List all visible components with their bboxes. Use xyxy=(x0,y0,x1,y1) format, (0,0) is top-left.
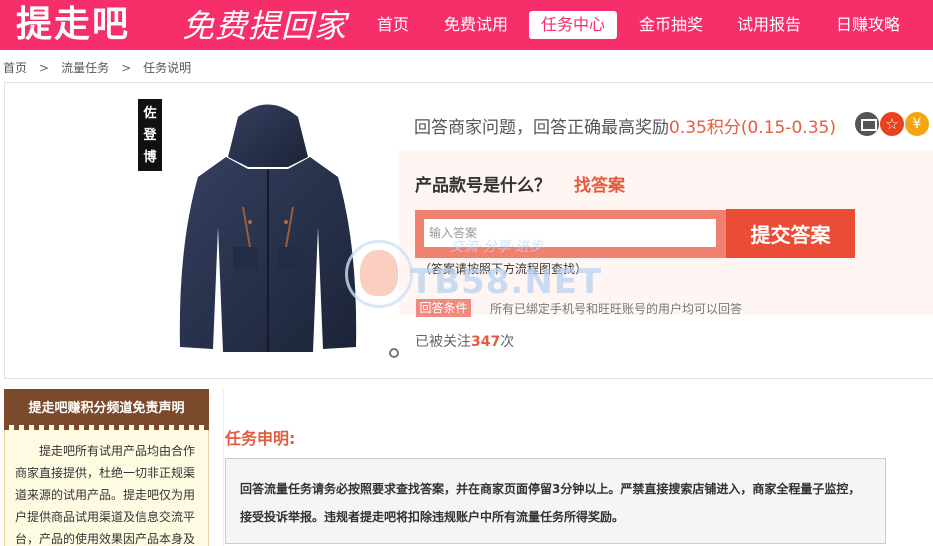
nav-free-trial[interactable]: 免费试用 xyxy=(440,11,512,39)
watermark-hand-icon xyxy=(360,250,398,296)
follow-count-text: 已被关注347次 xyxy=(415,331,514,351)
condition-text: 所有已绑定手机号和旺旺账号的用户均可以回答 xyxy=(490,302,743,316)
watermark-text: TB58.NET xyxy=(410,262,603,302)
nav-task-center[interactable]: 任务中心 xyxy=(529,11,617,39)
submit-answer-button[interactable]: 提交答案 xyxy=(726,209,855,258)
task-statement-text: 回答流量任务请务必按照要求查找答案，并在商家页面停留3分钟以上。严禁直接搜索店铺… xyxy=(225,458,886,544)
jacket-image[interactable] xyxy=(138,97,398,362)
condition-badge: 回答条件 xyxy=(416,299,471,317)
breadcrumb: 首页 > 流量任务 > 任务说明 xyxy=(3,59,191,76)
breadcrumb-traffic-task[interactable]: 流量任务 xyxy=(61,59,109,76)
reward-amount: 0.35积分(0.15-0.35) xyxy=(669,118,836,138)
task-statement-title: 任务申明: xyxy=(225,429,296,448)
star-icon: ☆ xyxy=(880,112,904,136)
nav-coin-lottery[interactable]: 金币抽奖 xyxy=(635,11,707,39)
pc-icon xyxy=(855,112,879,136)
nav-home[interactable]: 首页 xyxy=(366,11,420,39)
follow-count: 347 xyxy=(471,334,501,350)
brand-tag: 佐登博 xyxy=(138,99,162,171)
site-logo[interactable]: 提走吧 xyxy=(16,4,130,46)
question-title-prefix: 回答商家问题，回答正确最高奖励 xyxy=(414,118,669,138)
follow-prefix: 已被关注 xyxy=(415,334,471,350)
find-answer-link[interactable]: 找答案 xyxy=(574,171,625,196)
qa-question: 产品款号是什么？ xyxy=(415,176,551,196)
breadcrumb-home[interactable]: 首页 xyxy=(3,59,27,76)
disclaimer-body: 提走吧所有试用产品均由合作商家直接提供，杜绝一切非正规渠道来源的试用产品。提走吧… xyxy=(4,430,209,546)
site-header: 提走吧 免费提回家 首页 免费试用 任务中心 金币抽奖 试用报告 日赚攻略 xyxy=(0,0,933,50)
breadcrumb-task-detail: 任务说明 xyxy=(143,61,192,75)
nav-daily-earn-guide[interactable]: 日赚攻略 xyxy=(832,11,904,39)
watermark-subtitle: 交流·分享·进步 xyxy=(450,239,543,255)
follow-suffix: 次 xyxy=(500,334,515,350)
breadcrumb-separator: > xyxy=(39,61,50,75)
zoom-icon[interactable] xyxy=(389,348,399,358)
breadcrumb-separator: > xyxy=(121,61,132,75)
column-divider xyxy=(223,389,224,546)
nav-trial-report[interactable]: 试用报告 xyxy=(733,11,805,39)
coin-icon: ¥ xyxy=(905,112,929,136)
disclaimer-title: 提走吧赚积分频道免责声明 xyxy=(4,389,209,429)
site-slogan: 免费提回家 xyxy=(182,7,348,45)
question-title: 回答商家问题，回答正确最高奖励0.35积分(0.15-0.35) xyxy=(414,113,836,138)
